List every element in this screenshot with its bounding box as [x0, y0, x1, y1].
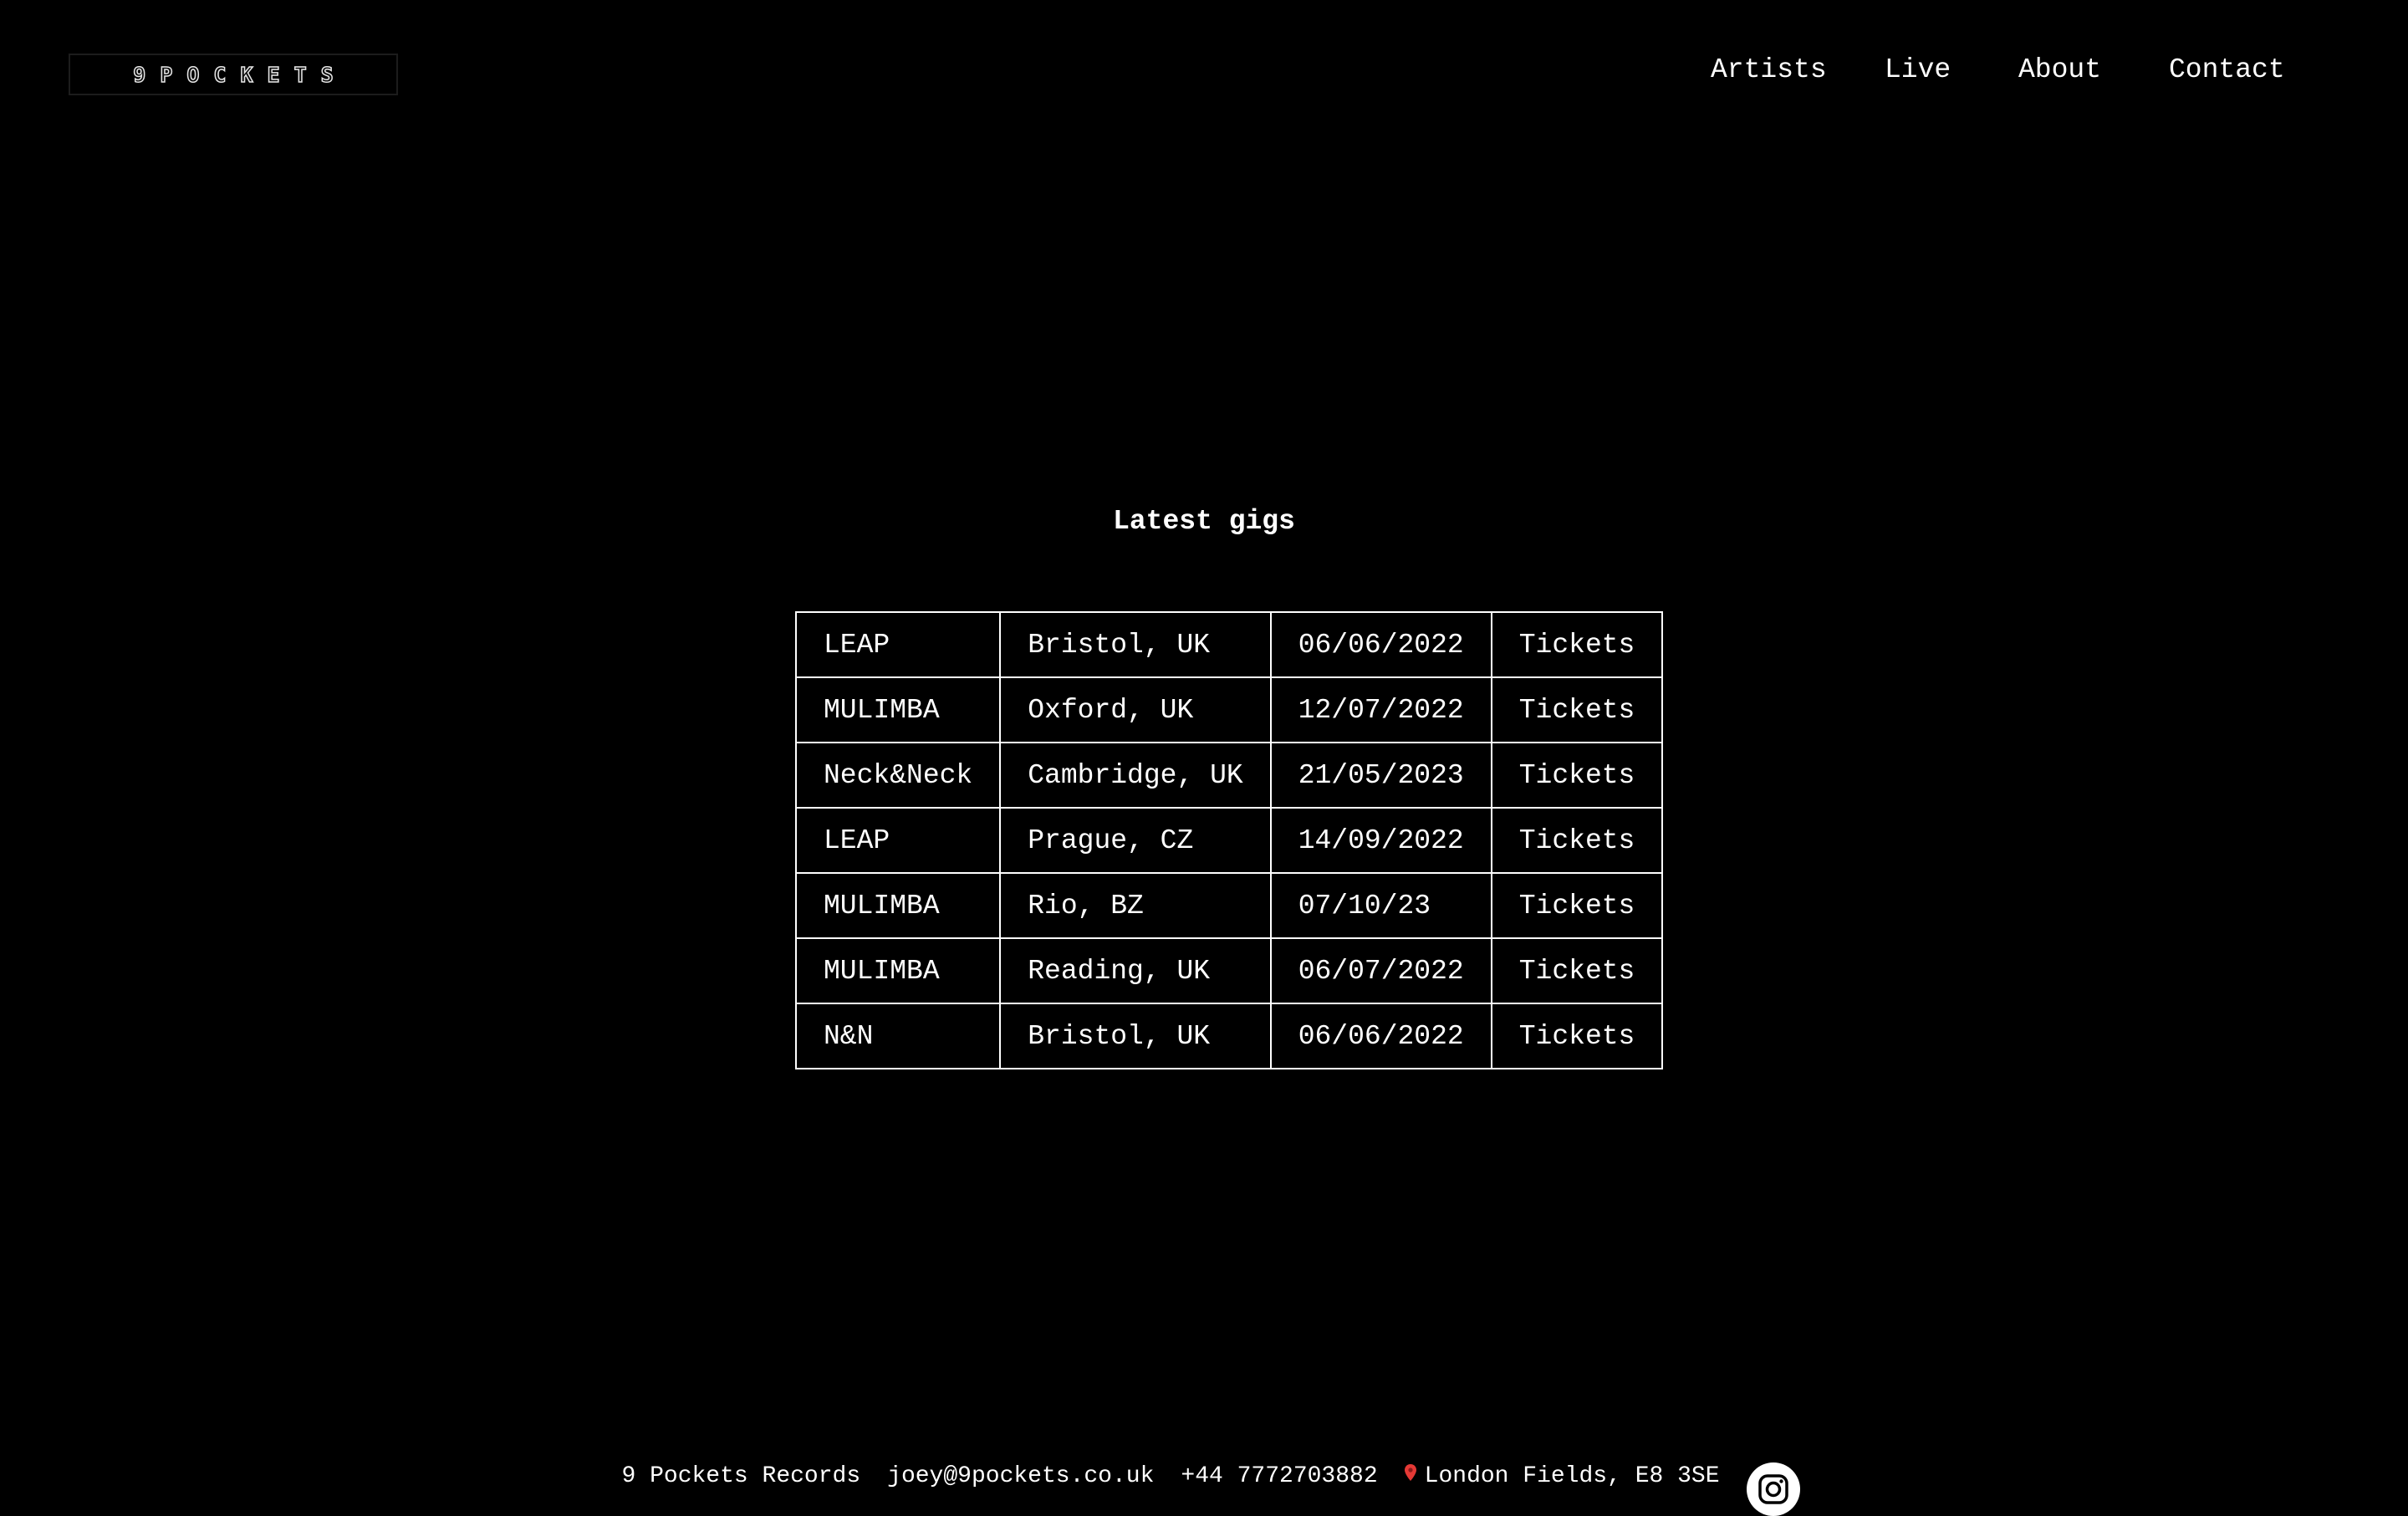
gig-tickets-cell: Tickets: [1490, 1003, 1664, 1069]
gig-date: 07/10/23: [1269, 872, 1492, 939]
gig-city: Reading, UK: [999, 937, 1272, 1004]
gig-artist: LEAP: [794, 807, 1002, 874]
gig-tickets-cell: Tickets: [1490, 611, 1664, 678]
gig-artist: N&N: [794, 1003, 1002, 1069]
tickets-link[interactable]: Tickets: [1519, 760, 1635, 791]
gig-tickets-cell: Tickets: [1490, 937, 1664, 1004]
gig-date: 06/06/2022: [1269, 1003, 1492, 1069]
gig-city: Bristol, UK: [999, 611, 1272, 678]
main-nav: Artists Live About Contact: [0, 52, 2408, 92]
site-footer: 9 Pockets Records joey@9pockets.co.uk +4…: [0, 1448, 2408, 1516]
table-row: MULIMBA Rio, BZ 07/10/23 Tickets: [794, 872, 1664, 939]
nav-artists[interactable]: Artists: [1711, 52, 1827, 89]
table-row: LEAP Prague, CZ 14/09/2022 Tickets: [794, 807, 1664, 874]
footer-address: London Fields, E8 3SE: [1404, 1460, 1720, 1493]
nav-about[interactable]: About: [2018, 52, 2101, 89]
gig-tickets-cell: Tickets: [1490, 872, 1664, 939]
tickets-link[interactable]: Tickets: [1519, 1021, 1635, 1052]
nav-contact[interactable]: Contact: [2169, 52, 2285, 89]
gig-date: 06/06/2022: [1269, 611, 1492, 678]
gig-city: Bristol, UK: [999, 1003, 1272, 1069]
gig-tickets-cell: Tickets: [1490, 742, 1664, 809]
table-row: MULIMBA Reading, UK 06/07/2022 Tickets: [794, 937, 1664, 1004]
tickets-link[interactable]: Tickets: [1519, 695, 1635, 726]
gigs-table: LEAP Bristol, UK 06/06/2022 Tickets MULI…: [794, 611, 1664, 1069]
section-title: Latest gigs: [1113, 506, 1295, 537]
gig-city: Prague, CZ: [999, 807, 1272, 874]
table-row: Neck&Neck Cambridge, UK 21/05/2023 Ticke…: [794, 742, 1664, 809]
gig-artist: MULIMBA: [794, 676, 1002, 743]
gig-city: Cambridge, UK: [999, 742, 1272, 809]
gig-date: 12/07/2022: [1269, 676, 1492, 743]
tickets-link[interactable]: Tickets: [1519, 630, 1635, 661]
table-row: N&N Bristol, UK 06/06/2022 Tickets: [794, 1003, 1664, 1069]
gig-artist: MULIMBA: [794, 937, 1002, 1004]
gig-date: 06/07/2022: [1269, 937, 1492, 1004]
gig-artist: MULIMBA: [794, 872, 1002, 939]
gig-date: 21/05/2023: [1269, 742, 1492, 809]
nav-live[interactable]: Live: [1885, 52, 1951, 89]
gig-city: Oxford, UK: [999, 676, 1272, 743]
gig-tickets-cell: Tickets: [1490, 807, 1664, 874]
tickets-link[interactable]: Tickets: [1519, 891, 1635, 921]
table-row: LEAP Bristol, UK 06/06/2022 Tickets: [794, 611, 1664, 678]
table-row: MULIMBA Oxford, UK 12/07/2022 Tickets: [794, 676, 1664, 743]
footer-phone-link[interactable]: +44 7772703882: [1181, 1460, 1377, 1493]
instagram-icon[interactable]: [1746, 1462, 1800, 1516]
gig-city: Rio, BZ: [999, 872, 1272, 939]
instagram-glyph: [1758, 1474, 1788, 1504]
gig-artist: LEAP: [794, 611, 1002, 678]
tickets-link[interactable]: Tickets: [1519, 956, 1635, 987]
footer-address-text: London Fields, E8 3SE: [1424, 1463, 1720, 1489]
gig-tickets-cell: Tickets: [1490, 676, 1664, 743]
gig-date: 14/09/2022: [1269, 807, 1492, 874]
tickets-link[interactable]: Tickets: [1519, 825, 1635, 856]
gig-artist: Neck&Neck: [794, 742, 1002, 809]
footer-company: 9 Pockets Records: [621, 1463, 861, 1489]
map-pin-icon: [1404, 1463, 1416, 1481]
footer-email-link[interactable]: joey@9pockets.co.uk: [887, 1460, 1154, 1493]
